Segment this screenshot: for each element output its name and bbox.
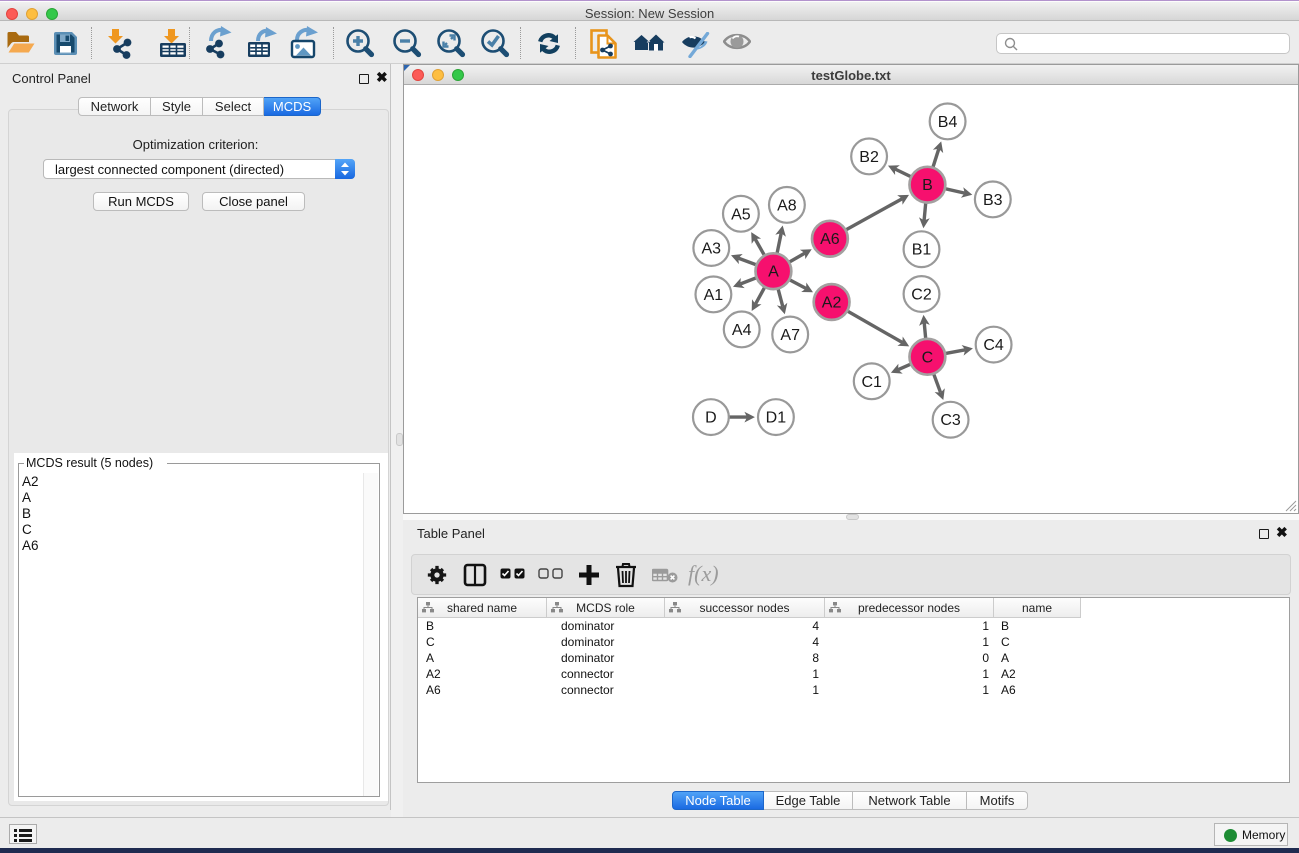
svg-text:A8: A8 xyxy=(777,197,797,214)
svg-text:C4: C4 xyxy=(983,337,1004,354)
svg-text:A2: A2 xyxy=(822,295,842,312)
svg-text:D: D xyxy=(705,410,717,427)
svg-text:D1: D1 xyxy=(766,410,787,427)
svg-text:A6: A6 xyxy=(820,231,840,248)
svg-text:A7: A7 xyxy=(780,327,800,344)
svg-text:A3: A3 xyxy=(702,241,722,258)
svg-text:B2: B2 xyxy=(859,149,879,166)
svg-text:C3: C3 xyxy=(940,412,961,429)
svg-text:B4: B4 xyxy=(938,114,958,131)
svg-text:C: C xyxy=(922,349,934,366)
svg-text:B3: B3 xyxy=(983,192,1003,209)
svg-text:A1: A1 xyxy=(704,287,724,304)
svg-text:A5: A5 xyxy=(731,206,751,223)
svg-text:A: A xyxy=(768,264,779,281)
svg-text:B1: B1 xyxy=(912,242,932,259)
svg-text:C1: C1 xyxy=(861,374,882,391)
svg-text:A4: A4 xyxy=(732,322,752,339)
svg-text:C2: C2 xyxy=(911,287,932,304)
svg-text:B: B xyxy=(922,177,933,194)
